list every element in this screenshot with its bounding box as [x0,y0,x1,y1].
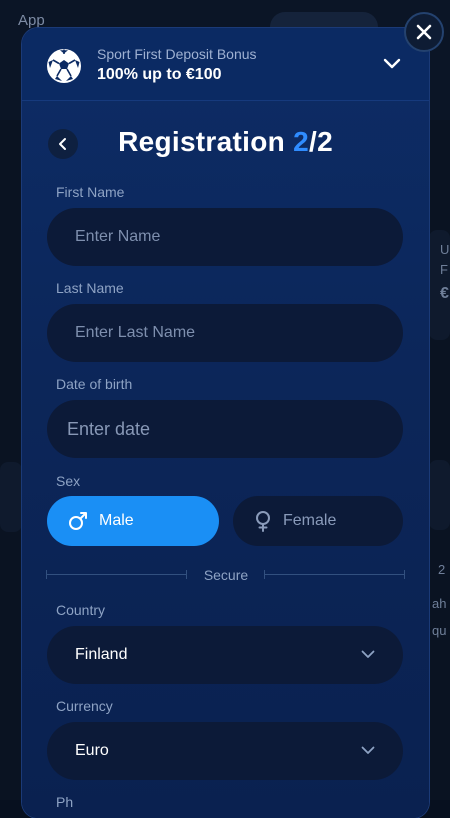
background-card [0,462,22,532]
sex-male-label: Male [99,512,134,529]
banner-subtitle: Sport First Deposit Bonus [97,46,257,62]
background-text-fragment: F [440,262,448,277]
background-text-fragment: U [440,242,450,257]
country-label: Country [56,602,106,618]
last-name-input[interactable]: Enter Last Name [47,304,403,362]
sex-male-button[interactable]: Male [47,496,219,546]
background-text-fragment: 2 [438,562,446,577]
chevron-down-icon [361,746,375,754]
page-title: Registration 2/2 [22,126,429,158]
close-button[interactable] [404,12,444,52]
phone-label: Ph [56,794,74,810]
bonus-banner[interactable]: Sport First Deposit Bonus 100% up to €10… [22,28,429,101]
sex-female-label: Female [283,512,337,529]
divider-line [264,574,404,575]
female-icon [256,511,270,532]
close-icon [416,24,432,40]
last-name-label: Last Name [56,280,124,296]
dob-input[interactable]: Enter date [47,400,403,458]
chevron-down-icon [361,650,375,658]
sex-female-button[interactable]: Female [233,496,403,546]
sex-label: Sex [56,473,81,489]
divider-tick [404,570,405,579]
step-current: 2 [293,126,309,157]
banner-title: 100% up to €100 [97,66,222,83]
background-text-fragment: qu [432,623,447,638]
first-name-input[interactable]: Enter Name [47,208,403,266]
currency-label: Currency [56,698,113,714]
dob-label: Date of birth [56,376,133,392]
country-value: Finland [75,646,128,663]
country-select[interactable]: Finland [47,626,403,684]
background-app-label: App [18,12,45,29]
background-card [429,460,450,530]
currency-select[interactable]: Euro [47,722,403,780]
page-title-text: Registration [118,126,286,157]
first-name-label: First Name [56,184,125,200]
chevron-down-icon[interactable] [383,58,401,70]
background-text-fragment: ah [432,596,447,611]
currency-value: Euro [75,742,109,759]
step-total: /2 [308,126,333,157]
registration-modal: Sport First Deposit Bonus 100% up to €10… [22,28,429,818]
secure-label: Secure [203,567,249,583]
secure-divider: Secure [46,567,406,583]
background-text-fragment: € [440,285,449,302]
male-icon [69,512,87,530]
soccer-ball-icon [47,49,81,83]
